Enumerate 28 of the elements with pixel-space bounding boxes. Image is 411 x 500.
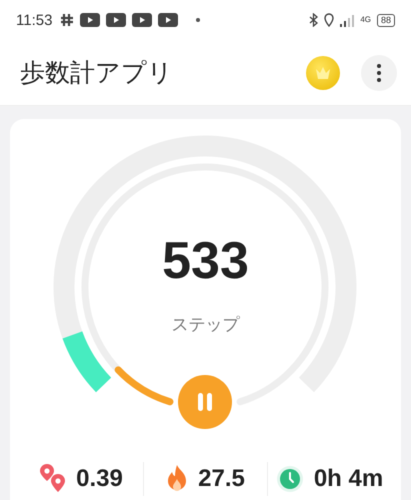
location-pins-icon	[40, 464, 66, 494]
bluetooth-icon	[309, 13, 318, 27]
stat-value: 0h 4m	[314, 465, 384, 493]
play-icon	[158, 13, 178, 27]
stat-value: 27.5	[198, 465, 245, 493]
goal-ring-fill	[62, 330, 112, 392]
location-icon	[324, 13, 334, 27]
battery-level: 88	[376, 14, 395, 26]
pause-icon	[197, 392, 213, 412]
progress-ring-fill	[114, 366, 174, 406]
more-icon	[377, 64, 381, 82]
step-unit: ステップ	[172, 315, 240, 335]
menu-button[interactable]	[361, 54, 397, 90]
hashtag-icon	[60, 13, 74, 27]
play-icon	[80, 13, 100, 27]
flame-icon	[166, 465, 188, 493]
play-icon	[132, 13, 152, 27]
signal-icon	[340, 14, 354, 26]
pause-button[interactable]	[178, 375, 232, 429]
app-title: 歩数計アプリ	[20, 57, 174, 89]
clock-icon	[276, 465, 304, 493]
play-icon	[106, 13, 126, 27]
clock-time: 11:53	[16, 12, 52, 28]
crown-icon[interactable]	[306, 56, 340, 90]
stat-value: 0.39	[76, 465, 123, 493]
step-count: 533	[162, 232, 249, 290]
network-type: 4G	[360, 16, 371, 24]
dot-icon	[196, 18, 200, 22]
